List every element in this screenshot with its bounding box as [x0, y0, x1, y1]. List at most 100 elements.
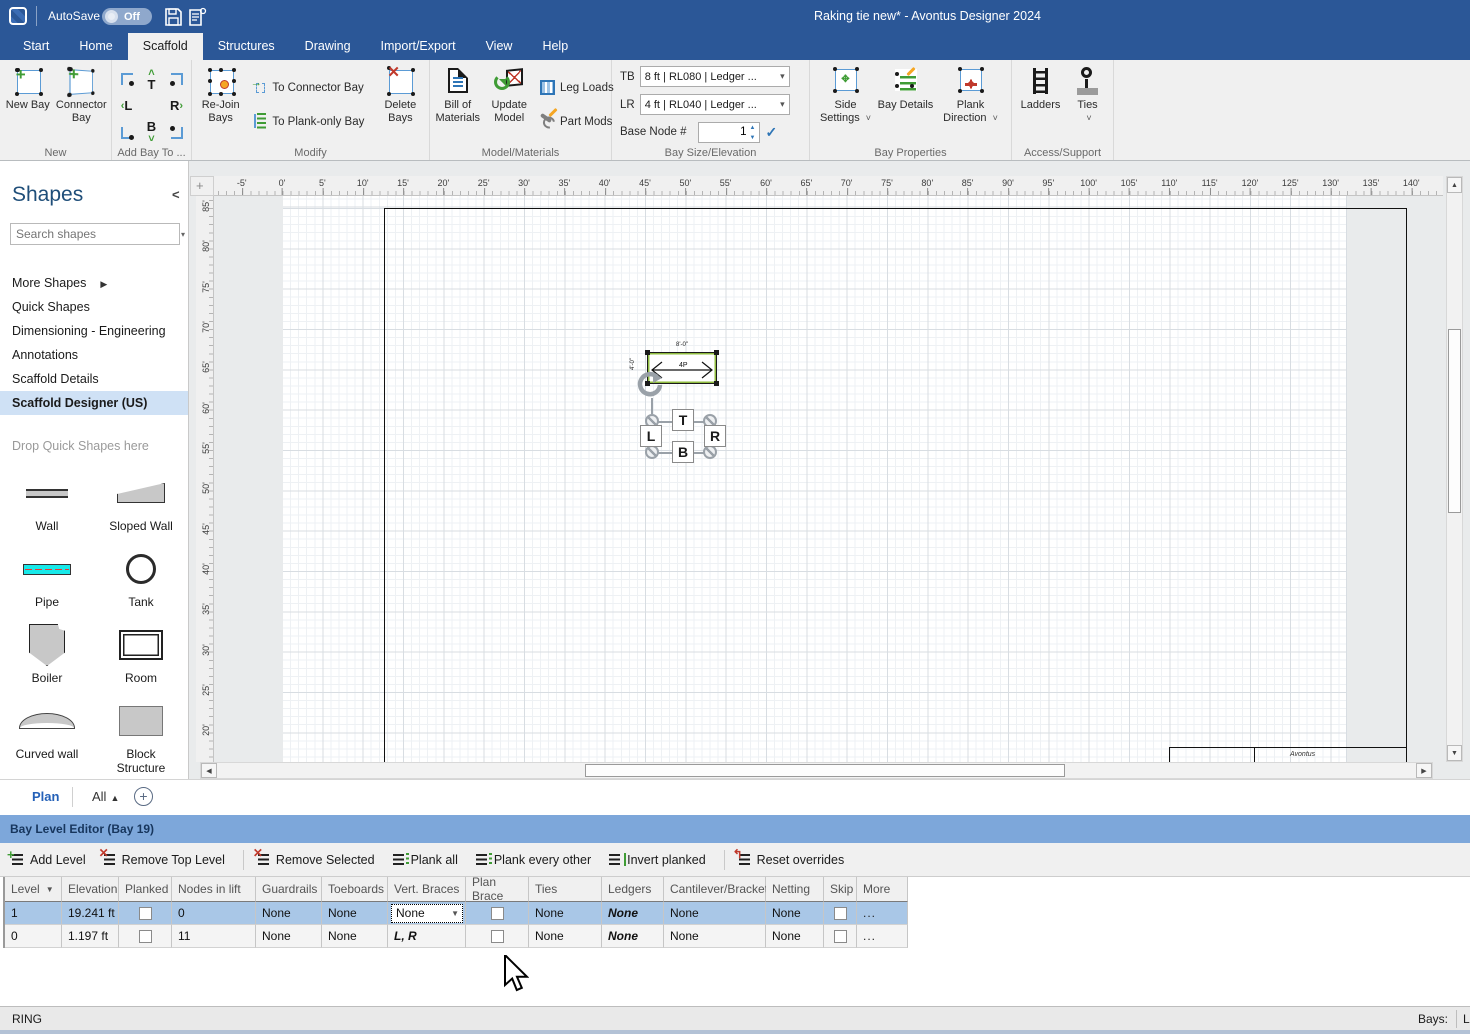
horizontal-scrollbar[interactable]: ◀ ▶ [200, 762, 1433, 779]
scroll-left-icon[interactable]: ◀ [201, 763, 217, 778]
scroll-up-icon[interactable]: ▲ [1447, 177, 1462, 193]
shape-item-curved-wall[interactable]: Curved wall [0, 699, 94, 775]
column-header-netting[interactable]: Netting [766, 877, 824, 902]
search-dropdown-icon[interactable]: ▾ [176, 230, 188, 239]
connector-bay-button[interactable]: + Connector Bay [54, 63, 109, 146]
selection-handle[interactable] [714, 381, 719, 386]
plank-every-other-button[interactable]: Plank every other [474, 852, 591, 867]
add-bay-top-button[interactable]: ˄ T [148, 67, 156, 91]
tab-scaffold[interactable]: Scaffold [127, 33, 203, 60]
new-bay-button[interactable]: + New Bay [2, 63, 54, 146]
sidebar-item-quick-shapes[interactable]: Quick Shapes [0, 295, 188, 319]
collapse-panel-icon[interactable]: < [172, 187, 180, 202]
cell-elevation[interactable]: 1.197 ft [62, 925, 119, 948]
remove-selected-button[interactable]: ✕ Remove Selected [253, 846, 375, 867]
add-bay-right-button[interactable]: R › [170, 99, 183, 112]
rotation-handle[interactable] [635, 370, 665, 400]
column-header-ledgers[interactable]: Ledgers [602, 877, 664, 902]
reset-overrides-button[interactable]: ↰ Reset overrides [733, 847, 845, 867]
add-bay-bottom-button[interactable]: B ˅ [147, 120, 156, 145]
shape-item-block-structure[interactable]: Block Structure [94, 699, 188, 775]
apply-check-icon[interactable]: ✓ [766, 124, 778, 141]
cell-nodes_in_lift[interactable]: 11 [172, 925, 256, 948]
tab-view[interactable]: View [471, 33, 528, 60]
add-level-button[interactable]: + Add Level [7, 847, 86, 867]
add-bay-bottom-right-button[interactable] [169, 125, 183, 139]
shape-item-pipe[interactable]: Pipe [0, 547, 94, 609]
cell-netting[interactable]: None [766, 902, 824, 925]
cell-cantilever_bracket[interactable]: None [664, 902, 766, 925]
search-input[interactable] [11, 227, 176, 241]
update-model-button[interactable]: Update Model [484, 63, 536, 146]
column-header-level[interactable]: Level ▼ [5, 877, 62, 902]
shape-item-tank[interactable]: Tank [94, 547, 188, 609]
plank-all-button[interactable]: Plank all [391, 852, 458, 867]
cell-toeboards[interactable]: None [322, 925, 388, 948]
cell-more[interactable]: ... [857, 902, 908, 925]
cell-elevation[interactable]: 19.241 ft [62, 902, 119, 925]
sidebar-item-scaffold-designer-us-[interactable]: Scaffold Designer (US) [0, 391, 188, 415]
ties-button[interactable]: Ties ˅ [1066, 63, 1110, 146]
cell-guardrails[interactable]: None [256, 902, 322, 925]
to-connector-bay-button[interactable]: → To Connector Bay [247, 76, 373, 100]
add-bay-top-left-button[interactable] [120, 72, 134, 86]
add-bay-left-button[interactable]: ‹ L [121, 99, 133, 112]
cell-level[interactable]: 0 [5, 925, 62, 948]
sidebar-item-scaffold-details[interactable]: Scaffold Details [0, 367, 188, 391]
cell-ledgers[interactable]: None [602, 902, 664, 925]
column-header-plan_brace[interactable]: Plan Brace [466, 875, 529, 903]
cell-ties[interactable]: None [529, 902, 602, 925]
add-bay-b-control[interactable]: B [672, 441, 694, 463]
selection-handle[interactable] [645, 350, 650, 355]
column-header-guardrails[interactable]: Guardrails [256, 877, 322, 902]
plan_brace-checkbox[interactable] [490, 906, 504, 920]
column-header-elevation[interactable]: Elevation [62, 877, 119, 902]
side-settings-button[interactable]: ✥ Side Settings ˅ [815, 63, 877, 146]
vertical-scrollbar[interactable]: ▲ ▼ [1446, 176, 1463, 762]
tab-structures[interactable]: Structures [203, 33, 290, 60]
column-header-skip[interactable]: Skip [824, 877, 857, 902]
leg-loads-button[interactable]: Leg Loads [535, 76, 614, 100]
cell-guardrails[interactable]: None [256, 925, 322, 948]
add-bay-r-control[interactable]: R [704, 425, 726, 447]
cell-ledgers[interactable]: None [602, 925, 664, 948]
tab-drawing[interactable]: Drawing [290, 33, 366, 60]
drawing-viewport[interactable]: Avontus 8'-0" 4'-0" 4P T L R B [214, 196, 1435, 762]
bill-of-materials-button[interactable]: Bill of Materials [432, 63, 484, 146]
add-bay-t-control[interactable]: T [672, 409, 694, 431]
page-tab-all[interactable]: All ▲ [92, 789, 119, 804]
sidebar-item-annotations[interactable]: Annotations [0, 343, 188, 367]
cell-ties[interactable]: None [529, 925, 602, 948]
planked-checkbox[interactable] [138, 929, 152, 943]
bay-details-button[interactable]: Bay Details [877, 63, 935, 146]
cell-vert_braces[interactable]: L, R [388, 925, 466, 948]
table-row[interactable]: 0 1.197 ft 11 None None L, R None None None None.… [5, 925, 908, 948]
cell-plan_brace[interactable] [466, 902, 529, 925]
sidebar-item-more-shapes[interactable]: More Shapes ▶ [0, 271, 188, 295]
add-bay-l-control[interactable]: L [640, 425, 662, 447]
cell-vert_braces[interactable]: None ▼ [388, 902, 466, 925]
shape-item-boiler[interactable]: Boiler [0, 623, 94, 685]
cell-nodes_in_lift[interactable]: 0 [172, 902, 256, 925]
remove-top-level-button[interactable]: ✕ Remove Top Level [99, 846, 225, 867]
base-node-input[interactable]: 1 ▲ ▼ [697, 121, 760, 143]
cell-toeboards[interactable]: None [322, 902, 388, 925]
horizontal-scroll-thumb[interactable] [585, 764, 1065, 777]
selection-handle[interactable] [714, 350, 719, 355]
planked-checkbox[interactable] [138, 906, 152, 920]
shape-item-room[interactable]: Room [94, 623, 188, 685]
add-bay-bottom-left-button[interactable] [121, 127, 134, 140]
cell-level[interactable]: 1 [5, 902, 62, 925]
skip-checkbox[interactable] [833, 929, 847, 943]
cell-plan_brace[interactable] [466, 925, 529, 948]
tab-start[interactable]: Start [8, 33, 64, 60]
column-header-nodes_in_lift[interactable]: Nodes in lift [172, 877, 256, 902]
column-header-more[interactable]: More [857, 877, 908, 902]
tb-size-select[interactable]: 8 ft | RL080 | Ledger ... ▾ [639, 66, 790, 88]
tab-home[interactable]: Home [64, 33, 127, 60]
save-icon[interactable] [162, 6, 184, 28]
scroll-right-icon[interactable]: ▶ [1416, 763, 1432, 778]
tab-help[interactable]: Help [527, 33, 583, 60]
skip-checkbox[interactable] [833, 906, 847, 920]
column-header-cantilever_bracket[interactable]: Cantilever/Bracket [664, 877, 768, 902]
